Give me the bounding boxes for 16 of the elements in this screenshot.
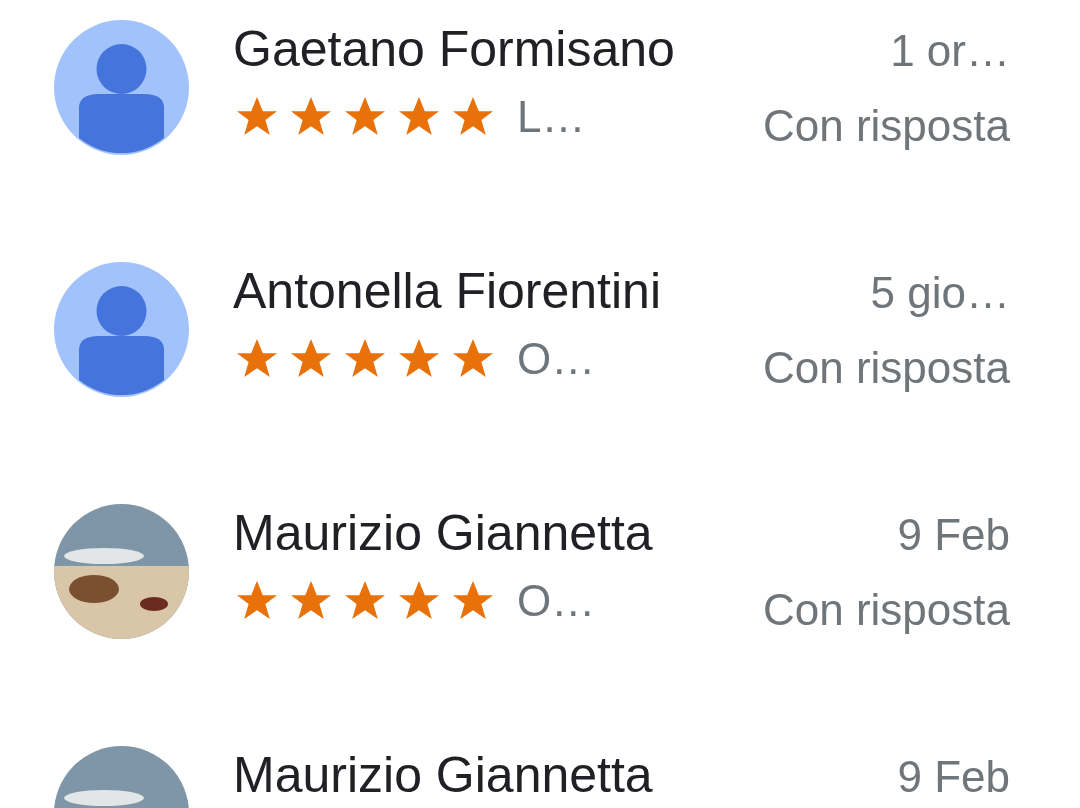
- review-snippet: O…: [517, 576, 596, 626]
- avatar-icon: [54, 20, 189, 155]
- review-date: 9 Feb: [897, 752, 1010, 802]
- reply-status: Con risposta: [763, 585, 1010, 635]
- reviewer-name: Maurizio Giannetta: [233, 746, 653, 804]
- reviewer-name: Gaetano Formisano: [233, 20, 675, 78]
- review-snippet: L…: [517, 92, 586, 142]
- review-date: 9 Feb: [897, 510, 1010, 560]
- reply-status: Con risposta: [763, 101, 1010, 151]
- review-snippet: O…: [517, 334, 596, 384]
- review-date: 5 gio…: [870, 268, 1010, 318]
- reviewer-name: Antonella Fiorentini: [233, 262, 662, 320]
- reply-status: Con risposta: [763, 343, 1010, 393]
- review-date: 1 or…: [890, 26, 1010, 76]
- reviewer-name: Maurizio Giannetta: [233, 504, 653, 562]
- avatar-icon: [54, 262, 189, 397]
